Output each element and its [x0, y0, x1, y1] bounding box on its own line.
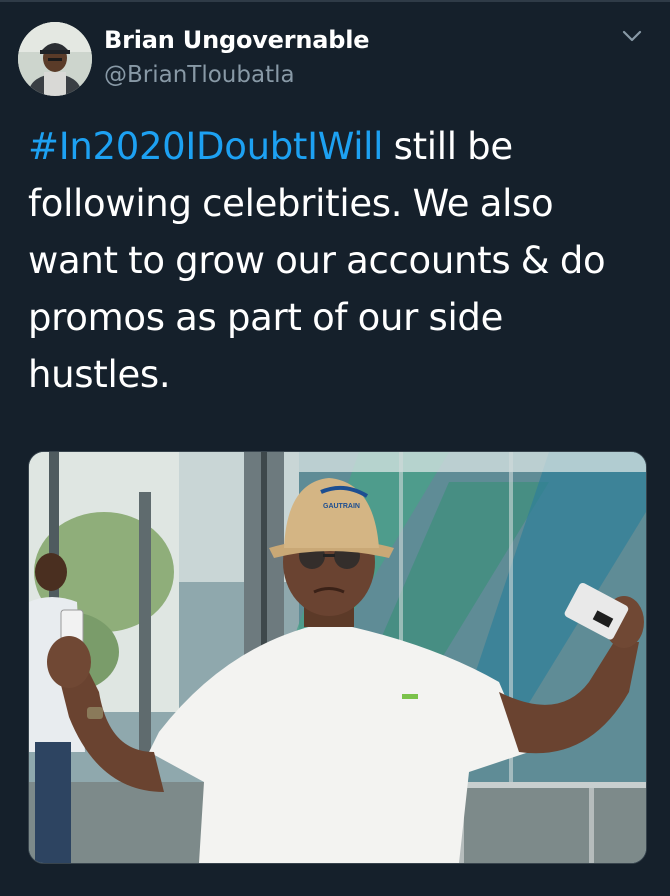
tweet-text-line-4: promos as part of our side [28, 296, 504, 339]
tweet-text-line-5: hustles. [28, 353, 171, 396]
author-handle[interactable]: @BrianTloubatla [104, 62, 295, 88]
tweet-card[interactable]: Brian Ungovernable @BrianTloubatla #In20… [0, 0, 670, 896]
tweet-text: #In2020IDoubtIWill still be following ce… [28, 118, 653, 403]
tweet-text-line-3: want to grow our accounts & do [28, 239, 606, 282]
author-display-name[interactable]: Brian Ungovernable [104, 26, 370, 54]
avatar[interactable] [18, 22, 92, 96]
hashtag-link[interactable]: #In2020IDoubtIWill [28, 125, 383, 168]
hat-logo-text: GAUTRAIN [323, 503, 360, 510]
tweet-menu-button[interactable] [612, 24, 652, 52]
tweet-photo[interactable]: GAUTRAIN [28, 451, 647, 864]
tweet-text-line-2: following celebrities. We also [28, 182, 554, 225]
chevron-down-icon [622, 29, 642, 47]
tweet-text-line-1: still be [383, 125, 514, 168]
